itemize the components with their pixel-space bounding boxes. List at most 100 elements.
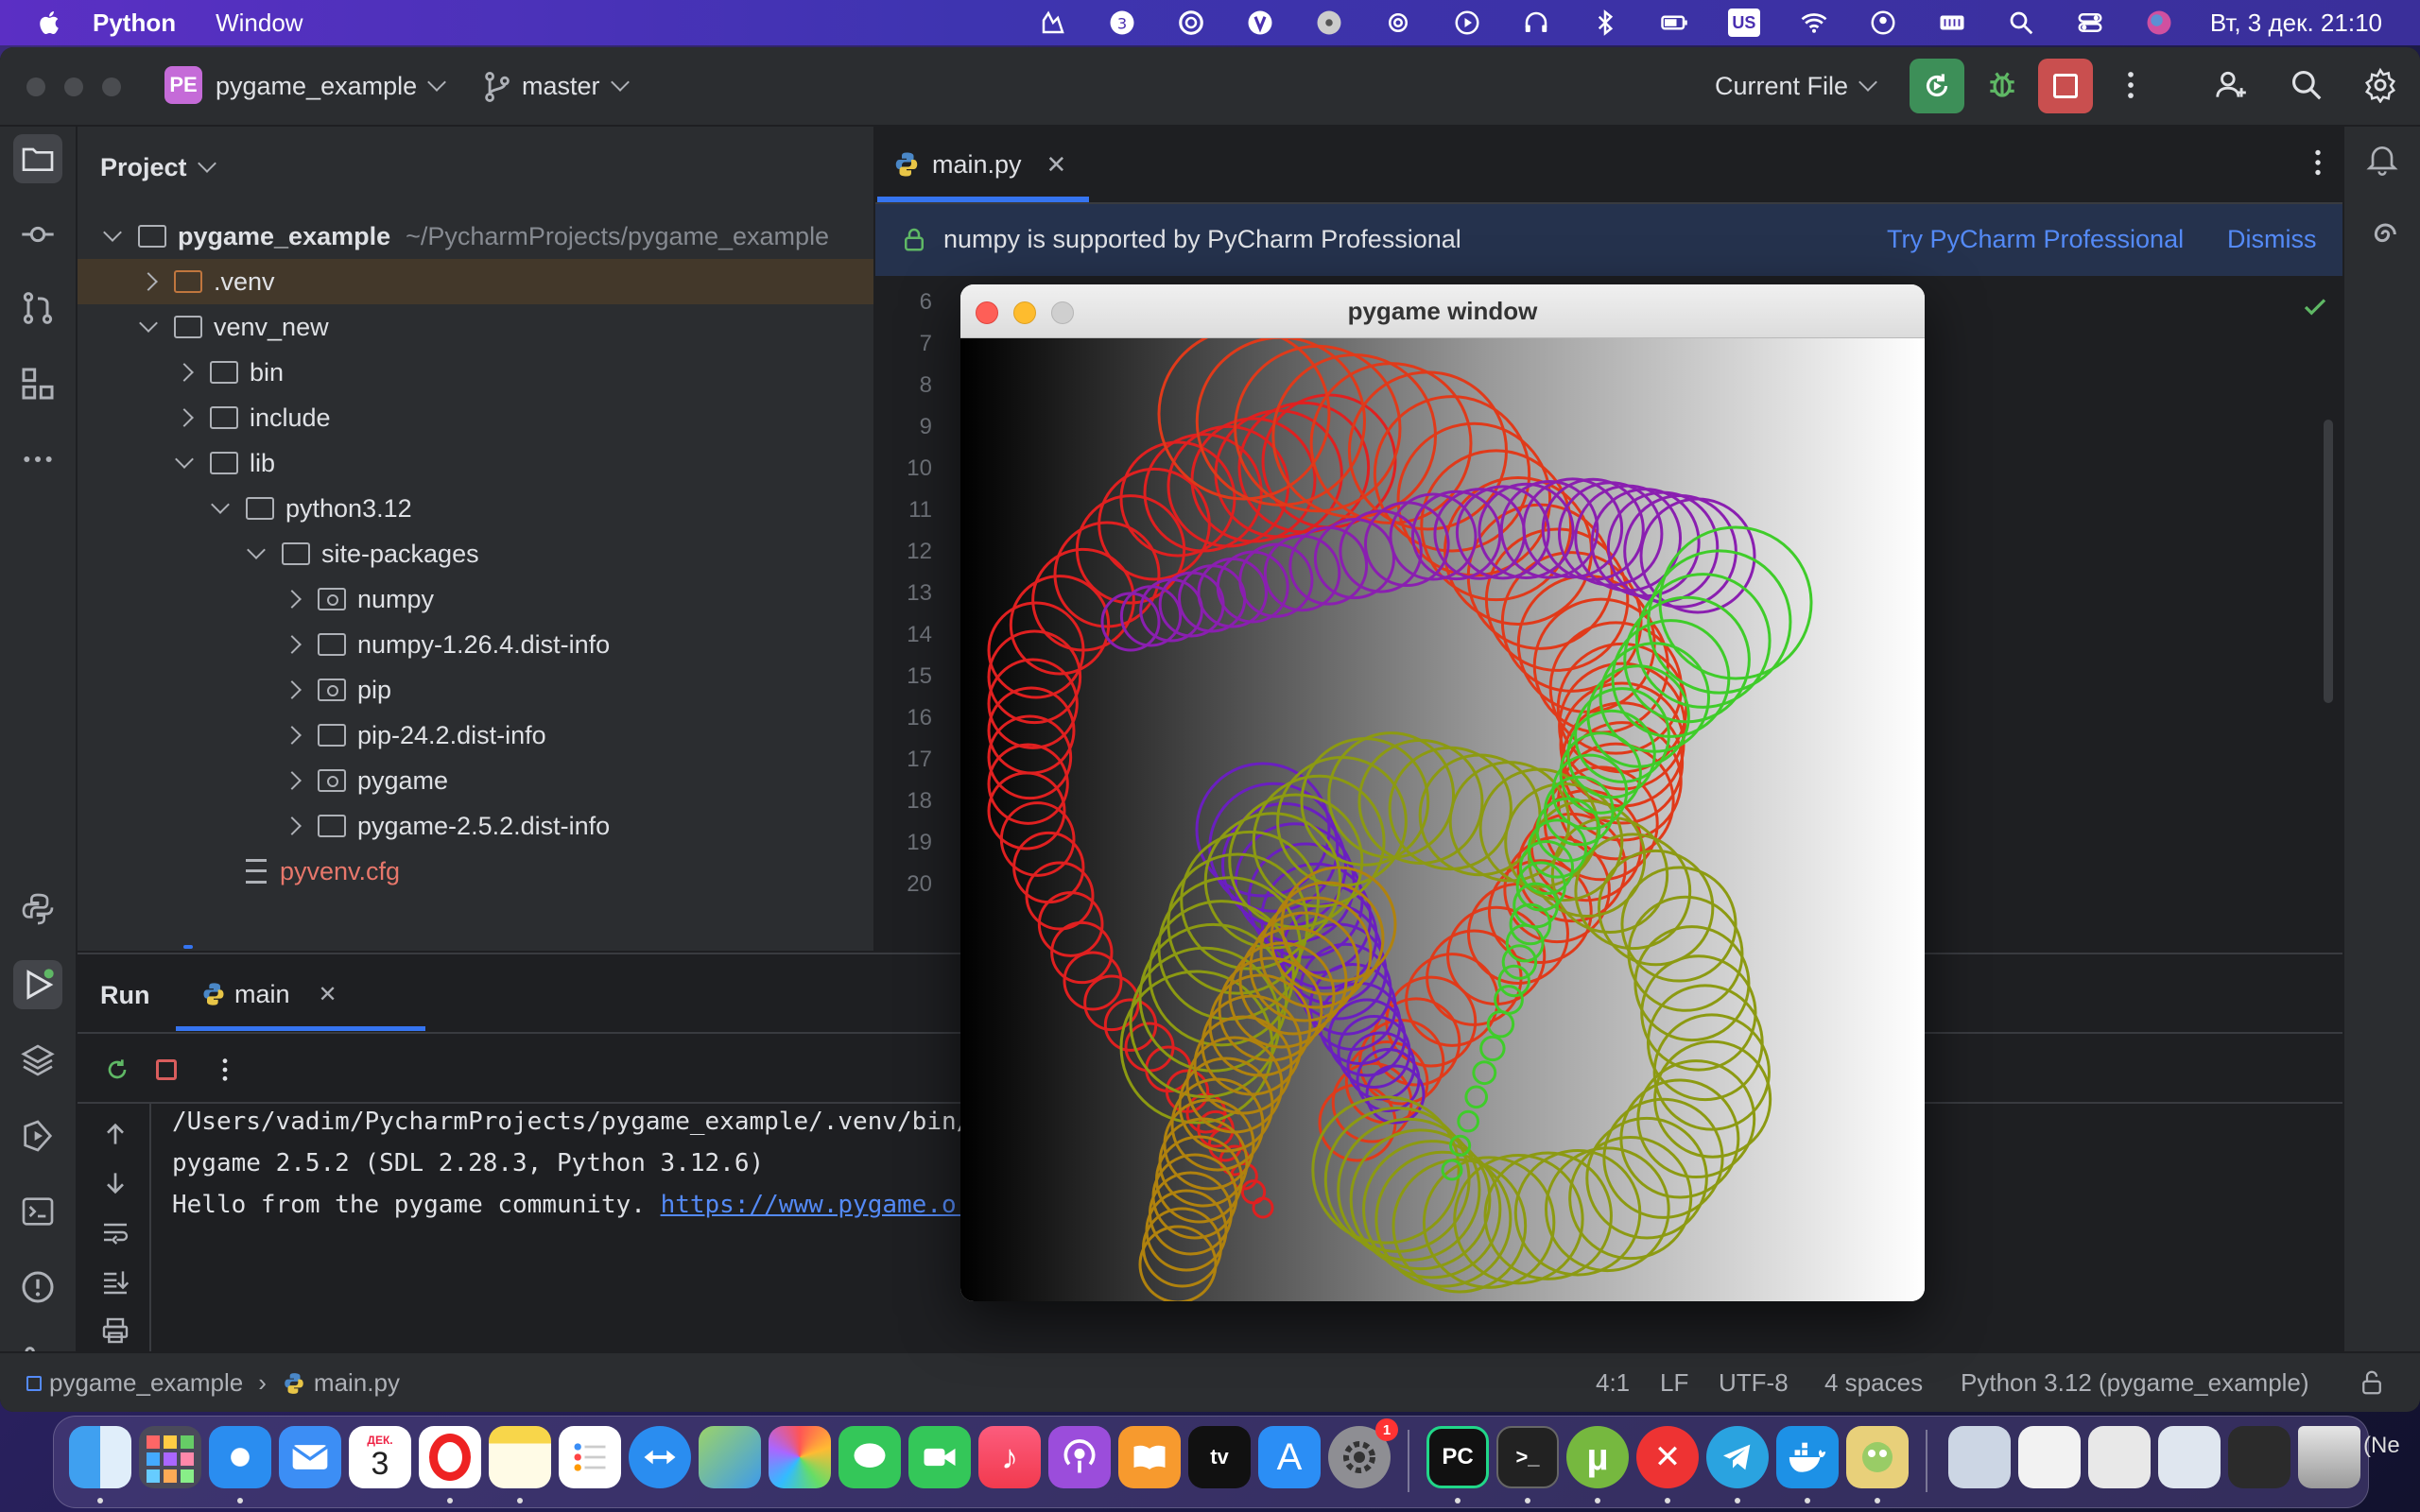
breadcrumb-project[interactable]: pygame_example <box>49 1368 243 1398</box>
branch-switcher[interactable]: master <box>522 72 630 101</box>
expand-arrow-icon[interactable] <box>175 363 194 382</box>
expand-arrow-icon[interactable] <box>175 408 194 427</box>
tree-item[interactable]: python3.12 <box>78 486 873 531</box>
recent-document-icon[interactable] <box>2158 1426 2221 1488</box>
pygame-canvas[interactable] <box>960 327 1925 1301</box>
battery-icon[interactable] <box>1659 8 1689 38</box>
close-tab-icon[interactable]: ✕ <box>1046 150 1067 180</box>
trash-icon[interactable] <box>2298 1426 2360 1488</box>
editor-tabs-menu-button[interactable] <box>2301 146 2339 183</box>
ai-assistant-button[interactable] <box>2358 210 2407 259</box>
reminders-icon[interactable] <box>559 1426 621 1488</box>
stats-icon[interactable] <box>1038 8 1068 38</box>
commit-tool-button[interactable] <box>13 210 62 259</box>
pull-requests-tool-button[interactable] <box>13 284 62 333</box>
collapse-arrow-icon[interactable] <box>175 450 194 469</box>
user-circle-icon[interactable] <box>1868 8 1898 38</box>
dismiss-link[interactable]: Dismiss <box>2227 225 2317 254</box>
run-config-selector[interactable]: Current File <box>1715 72 1877 101</box>
notifications-button[interactable] <box>2358 134 2407 183</box>
scroll-to-end-button[interactable] <box>95 1261 136 1302</box>
creative-cloud-icon[interactable] <box>1176 8 1206 38</box>
expand-arrow-icon[interactable] <box>283 816 302 835</box>
run-tool-button[interactable] <box>13 960 62 1009</box>
debug-button[interactable] <box>1981 64 2023 106</box>
downloads-stack-icon[interactable] <box>1948 1426 2011 1488</box>
line-separator[interactable]: LF <box>1660 1368 1688 1398</box>
expand-arrow-icon[interactable] <box>283 680 302 699</box>
messages-icon[interactable] <box>838 1426 901 1488</box>
expand-arrow-icon[interactable] <box>283 726 302 745</box>
stop-button[interactable] <box>2038 59 2093 113</box>
play-circle-icon[interactable] <box>1452 8 1482 38</box>
run-more-button[interactable] <box>204 1049 246 1091</box>
wifi-icon[interactable] <box>1799 8 1829 38</box>
scroll-up-button[interactable] <box>95 1113 136 1155</box>
python-interpreter[interactable]: Python 3.12 (pygame_example) <box>1961 1368 2309 1398</box>
siri-icon[interactable] <box>2144 8 2174 38</box>
vpn-icon[interactable] <box>1245 8 1275 38</box>
chameleon-app-icon[interactable] <box>1846 1426 1909 1488</box>
telegram-icon[interactable] <box>1706 1426 1769 1488</box>
project-tool-button[interactable] <box>13 134 62 183</box>
tree-item[interactable]: lib <box>78 440 873 486</box>
expand-arrow-icon[interactable] <box>139 272 158 291</box>
system-settings-icon[interactable]: 1 <box>1328 1418 1398 1488</box>
tree-item[interactable]: venv_new <box>78 304 873 350</box>
search-everywhere-button[interactable] <box>2286 64 2327 106</box>
control-center-icon[interactable] <box>2075 8 2105 38</box>
soft-wrap-button[interactable] <box>95 1211 136 1253</box>
mail-icon[interactable] <box>279 1426 341 1488</box>
menubar-clock[interactable]: Вт, 3 дек. 21:10 <box>2210 9 2382 38</box>
scroll-down-button[interactable] <box>95 1162 136 1204</box>
try-professional-link[interactable]: Try PyCharm Professional <box>1887 225 2184 254</box>
problems-tool-button[interactable] <box>13 1263 62 1312</box>
headphones-icon[interactable] <box>1521 8 1551 38</box>
disk-icon[interactable] <box>1314 8 1344 38</box>
recent-document-icon[interactable] <box>2088 1426 2151 1488</box>
input-source-icon[interactable]: US <box>1727 9 1760 37</box>
minimize-window-button[interactable] <box>64 77 83 96</box>
teamviewer-icon[interactable] <box>629 1426 691 1488</box>
collapse-arrow-icon[interactable] <box>247 541 266 559</box>
active-app-name[interactable]: Python <box>93 9 176 38</box>
docker-icon[interactable] <box>1776 1426 1839 1488</box>
airdrop-icon[interactable] <box>1383 8 1413 38</box>
terminal-tool-button[interactable] <box>13 1187 62 1236</box>
collapse-arrow-icon[interactable] <box>139 314 158 333</box>
keyboard-icon[interactable] <box>1937 8 1967 38</box>
terminal-app-icon[interactable]: >_ <box>1496 1426 1559 1488</box>
books-icon[interactable] <box>1118 1426 1181 1488</box>
spotlight-search-icon[interactable] <box>2006 8 2036 38</box>
rerun-console-button[interactable] <box>96 1049 138 1091</box>
tree-item[interactable]: bin <box>78 350 873 395</box>
project-badge[interactable]: PE <box>164 66 202 104</box>
code-with-me-button[interactable] <box>2210 64 2252 106</box>
tree-item[interactable]: pygame-2.5.2.dist-info <box>78 803 873 849</box>
expand-arrow-icon[interactable] <box>103 223 122 242</box>
zoom-window-button[interactable] <box>102 77 121 96</box>
editor-tab-main-py[interactable]: main.py ✕ <box>892 127 1066 202</box>
apple-tv-icon[interactable]: tv <box>1188 1426 1251 1488</box>
maps-icon[interactable] <box>699 1426 761 1488</box>
recent-window-icon[interactable] <box>2228 1426 2290 1488</box>
settings-button[interactable] <box>2360 64 2401 106</box>
breadcrumb-file[interactable]: main.py <box>314 1368 400 1398</box>
expand-arrow-icon[interactable] <box>283 771 302 790</box>
project-switcher[interactable]: pygame_example <box>216 72 447 101</box>
indent-settings[interactable]: 4 spaces <box>1824 1368 1923 1398</box>
stop-console-button[interactable] <box>146 1049 187 1091</box>
layers-tool-button[interactable] <box>13 1036 62 1085</box>
bluetooth-icon[interactable] <box>1590 8 1620 38</box>
apple-logo-icon[interactable] <box>36 9 64 37</box>
close-run-tab-icon[interactable]: ✕ <box>319 981 337 1008</box>
menu-window[interactable]: Window <box>216 9 302 38</box>
run-tab-main[interactable]: main ✕ <box>200 971 337 1017</box>
tree-item[interactable]: numpy <box>78 576 873 622</box>
print-button[interactable] <box>95 1310 136 1351</box>
collapse-arrow-icon[interactable] <box>211 495 230 514</box>
pygame-titlebar[interactable]: pygame window <box>960 284 1925 338</box>
safari-icon[interactable] <box>209 1426 271 1488</box>
expand-arrow-icon[interactable] <box>283 635 302 654</box>
badge-3-icon[interactable]: 3 <box>1107 8 1137 38</box>
